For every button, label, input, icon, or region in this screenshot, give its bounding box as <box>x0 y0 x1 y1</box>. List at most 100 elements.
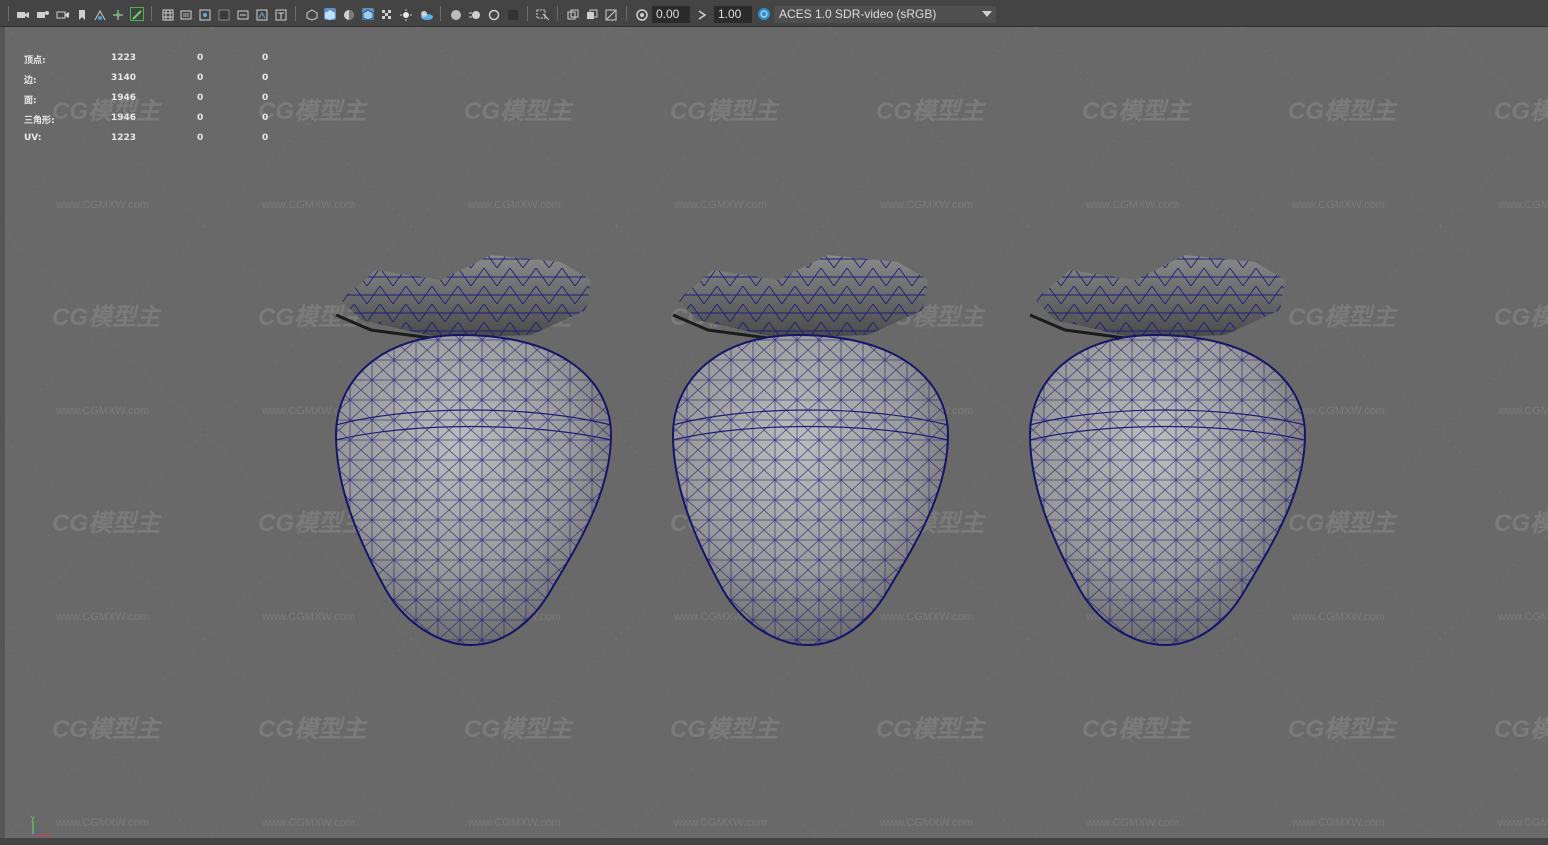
watermark-logo: CG模型主 <box>52 304 162 331</box>
watermark-logo: CG模型主 <box>464 98 574 125</box>
watermark-logo: CG模型主 <box>1494 510 1548 537</box>
snap-icon[interactable] <box>94 8 106 21</box>
watermark-logo: CG模型主 <box>1494 98 1548 125</box>
watermark-url: www.CGMXW.com <box>261 817 355 829</box>
watermark-logo: CG模型主 <box>1494 304 1548 331</box>
watermark-url: www.CGMXW.com <box>1497 405 1548 417</box>
transform-icon[interactable] <box>112 8 124 20</box>
maya-viewport-window: 0.00 1.00 ACES 1.0 SDR-video (sRGB) CG模型… <box>0 0 1548 845</box>
gamma-icon[interactable] <box>697 8 709 20</box>
motion-blur-icon[interactable] <box>469 8 481 20</box>
hud-total-value: 1223 <box>111 133 137 143</box>
xray-active-components-icon[interactable] <box>586 8 598 20</box>
hud-selected-value: 0 <box>197 53 204 63</box>
watermark-url: www.CGMXW.com <box>673 199 767 211</box>
hud-label: 顶点: <box>24 56 46 66</box>
toolbar-separator <box>527 6 528 21</box>
camera-attributes-icon[interactable] <box>36 8 49 20</box>
hud-selected-value: 0 <box>197 93 204 103</box>
xray-joints-icon[interactable] <box>605 8 617 21</box>
wireframe-on-shaded-icon[interactable] <box>362 8 374 21</box>
depth-of-field-icon[interactable] <box>507 8 519 20</box>
hud-total-value: 3140 <box>111 73 137 83</box>
watermark-url: www.CGMXW.com <box>1085 199 1179 211</box>
hud-selected-value: 0 <box>197 73 204 83</box>
watermark-url: www.CGMXW.com <box>1497 199 1548 211</box>
viewport-bottom-border <box>0 838 1548 845</box>
screen-space-ao-icon[interactable] <box>450 8 462 20</box>
chevron-down-icon <box>982 11 992 17</box>
safe-action-icon[interactable] <box>256 8 268 21</box>
watermark-url: www.CGMXW.com <box>879 817 973 829</box>
watermark-url: www.CGMXW.com <box>467 817 561 829</box>
watermark-logo: CG模型主 <box>1288 98 1398 125</box>
smooth-shade-icon[interactable] <box>324 8 336 20</box>
watermark-logo: CG模型主 <box>258 98 368 125</box>
xray-icon[interactable] <box>567 8 579 20</box>
viewport-canvas[interactable]: CG模型主 CG模型主 CG模型主 CG模型主 www.CGMXW.com www.CGM… <box>5 27 1548 838</box>
color-space-dropdown[interactable]: ACES 1.0 SDR-video (sRGB) <box>774 6 996 23</box>
watermark-logo: CG模型主 <box>1288 510 1398 537</box>
watermark-url: www.CGMXW.com <box>55 611 149 623</box>
hud-component-value: 0 <box>262 133 269 143</box>
hud-label: UV: <box>24 133 42 143</box>
resolution-gate-icon[interactable] <box>199 8 211 21</box>
watermark-logo: CG模型主 <box>670 98 780 125</box>
pencil-icon[interactable] <box>130 7 144 21</box>
watermark-logo: CG模型主 <box>1494 716 1548 743</box>
use-all-lights-icon[interactable] <box>400 8 412 21</box>
strawberry-model[interactable] <box>1028 253 1307 647</box>
hud-label: 边: <box>24 76 37 86</box>
hud-component-value: 0 <box>262 113 269 123</box>
watermark-logo: CG模型主 <box>1288 716 1398 743</box>
watermark-url: www.CGMXW.com <box>55 199 149 211</box>
watermark-logo: CG模型主 <box>52 510 162 537</box>
watermark-url: www.CGMXW.com <box>1291 817 1385 829</box>
exposure-field[interactable]: 0.00 <box>652 6 690 23</box>
bookmark-icon[interactable] <box>76 8 88 20</box>
hud-total-value: 1223 <box>111 53 137 63</box>
toolbar-separator <box>557 6 558 21</box>
image-plane-icon[interactable] <box>56 8 69 20</box>
shadows-icon[interactable] <box>419 8 433 20</box>
film-gate-icon[interactable] <box>180 8 192 20</box>
watermark-logo: CG模型主 <box>876 716 986 743</box>
wireframe-icon[interactable] <box>306 8 318 21</box>
watermark-url: www.CGMXW.com <box>1291 199 1385 211</box>
panel-toolbar: 0.00 1.00 ACES 1.0 SDR-video (sRGB) <box>0 0 1548 27</box>
grid-toggle-icon[interactable] <box>162 8 174 21</box>
watermark-url: www.CGMXW.com <box>1085 817 1179 829</box>
toolbar-separator <box>151 6 152 21</box>
strawberry-model[interactable] <box>334 253 613 647</box>
safe-title-icon[interactable] <box>275 8 287 21</box>
hud-component-value: 0 <box>262 53 269 63</box>
strawberry-model[interactable] <box>671 253 950 647</box>
gate-mask-icon[interactable] <box>218 8 230 21</box>
watermark-url: www.CGMXW.com <box>55 405 149 417</box>
field-chart-icon[interactable] <box>237 8 249 20</box>
3d-viewport[interactable]: CG模型主 CG模型主 CG模型主 CG模型主 www.CGMXW.com www.CGM… <box>5 27 1548 840</box>
toolbar-separator <box>295 6 296 21</box>
watermark-logo: CG模型主 <box>1082 716 1192 743</box>
watermark-url: www.CGMXW.com <box>1497 817 1548 829</box>
watermark-logo: CG模型主 <box>1082 98 1192 125</box>
color-management-icon[interactable] <box>757 7 771 21</box>
toolbar-separator <box>440 6 441 21</box>
hud-selected-value: 0 <box>197 133 204 143</box>
isolate-select-icon[interactable] <box>536 8 550 21</box>
default-material-icon[interactable] <box>343 8 355 20</box>
watermark-url: www.CGMXW.com <box>261 199 355 211</box>
watermark-logo: CG模型主 <box>258 716 368 743</box>
watermark-url: www.CGMXW.com <box>261 611 355 623</box>
watermark-url: www.CGMXW.com <box>55 817 149 829</box>
camera-icon[interactable] <box>16 8 29 20</box>
textured-icon[interactable] <box>381 8 393 20</box>
exposure-icon[interactable] <box>636 8 648 21</box>
toolbar-separator <box>626 6 627 21</box>
hud-selected-value: 0 <box>197 113 204 123</box>
axis-y-label: y <box>31 815 35 822</box>
watermark-url: www.CGMXW.com <box>1291 611 1385 623</box>
hud-total-value: 1946 <box>111 93 137 103</box>
anti-aliasing-icon[interactable] <box>488 8 500 21</box>
gamma-field[interactable]: 1.00 <box>714 6 752 23</box>
